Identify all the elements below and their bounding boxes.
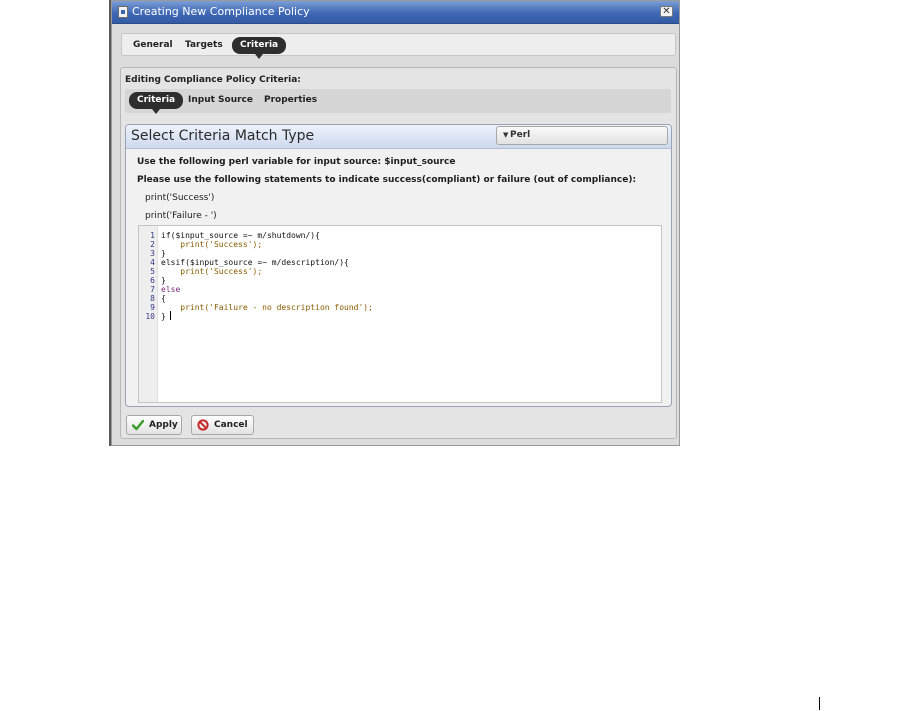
criteria-header: Select Criteria Match Type ▼ Perl — [126, 125, 671, 149]
code-line: 6} — [150, 276, 166, 285]
close-icon[interactable]: ✕ — [660, 6, 673, 17]
dialog-titlebar[interactable]: Creating New Compliance Policy ✕ — [112, 1, 679, 24]
dialog-title: Creating New Compliance Policy — [132, 5, 310, 18]
code-line: 2 print('Success'); — [150, 240, 263, 249]
text-caret — [170, 311, 171, 320]
example-failure: print('Failure - ') — [145, 211, 217, 221]
criteria-title: Select Criteria Match Type — [131, 128, 315, 144]
code-line: 4 elsif($input_source =~ m/description/){ — [150, 258, 349, 267]
tab-criteria[interactable]: Criteria — [232, 37, 287, 59]
code-line: 10} — [145, 312, 166, 321]
match-type-select[interactable]: ▼ Perl — [496, 126, 668, 145]
subtab-input-source[interactable]: Input Source — [180, 92, 261, 109]
cancel-button[interactable]: Cancel — [191, 415, 254, 435]
cancel-label: Cancel — [214, 420, 248, 430]
no-entry-icon — [197, 419, 209, 431]
code-line: 3} — [150, 249, 166, 258]
criteria-section: Select Criteria Match Type ▼ Perl Use th… — [125, 124, 672, 407]
example-success: print('Success') — [145, 193, 215, 203]
match-type-value: Perl — [510, 130, 531, 140]
page-margin-mark — [819, 697, 820, 710]
document-icon — [118, 6, 128, 18]
subtab-properties[interactable]: Properties — [256, 92, 325, 109]
code-line: 5 print('Success'); — [150, 267, 263, 276]
criteria-editor-panel: Editing Compliance Policy Criteria: Crit… — [120, 67, 677, 439]
code-line: 8{ — [150, 294, 166, 303]
subtab-criteria[interactable]: Criteria — [129, 92, 184, 114]
apply-label: Apply — [149, 420, 178, 430]
chevron-down-icon: ▼ — [503, 131, 509, 139]
main-tabbar: General Targets Criteria — [121, 33, 676, 59]
compliance-policy-dialog: Creating New Compliance Policy ✕ General… — [111, 0, 680, 446]
apply-button[interactable]: Apply — [126, 415, 182, 435]
statements-hint: Please use the following statements to i… — [137, 175, 637, 185]
code-editor[interactable]: 1 if($input_source =~ m/shutdown/){ 2 pri… — [138, 225, 662, 403]
checkmark-icon — [132, 419, 144, 431]
code-line: 1 if($input_source =~ m/shutdown/){ — [150, 231, 320, 240]
sub-tabbar: Criteria Input Source Properties — [125, 89, 671, 114]
panel-heading: Editing Compliance Policy Criteria: — [125, 75, 301, 85]
code-line: 7 else — [150, 285, 181, 294]
tab-general[interactable]: General — [125, 37, 181, 54]
code-line: 9 print('Failure - no description found'… — [150, 303, 373, 312]
tab-targets[interactable]: Targets — [177, 37, 231, 54]
input-variable-hint: Use the following perl variable for inpu… — [137, 157, 456, 167]
